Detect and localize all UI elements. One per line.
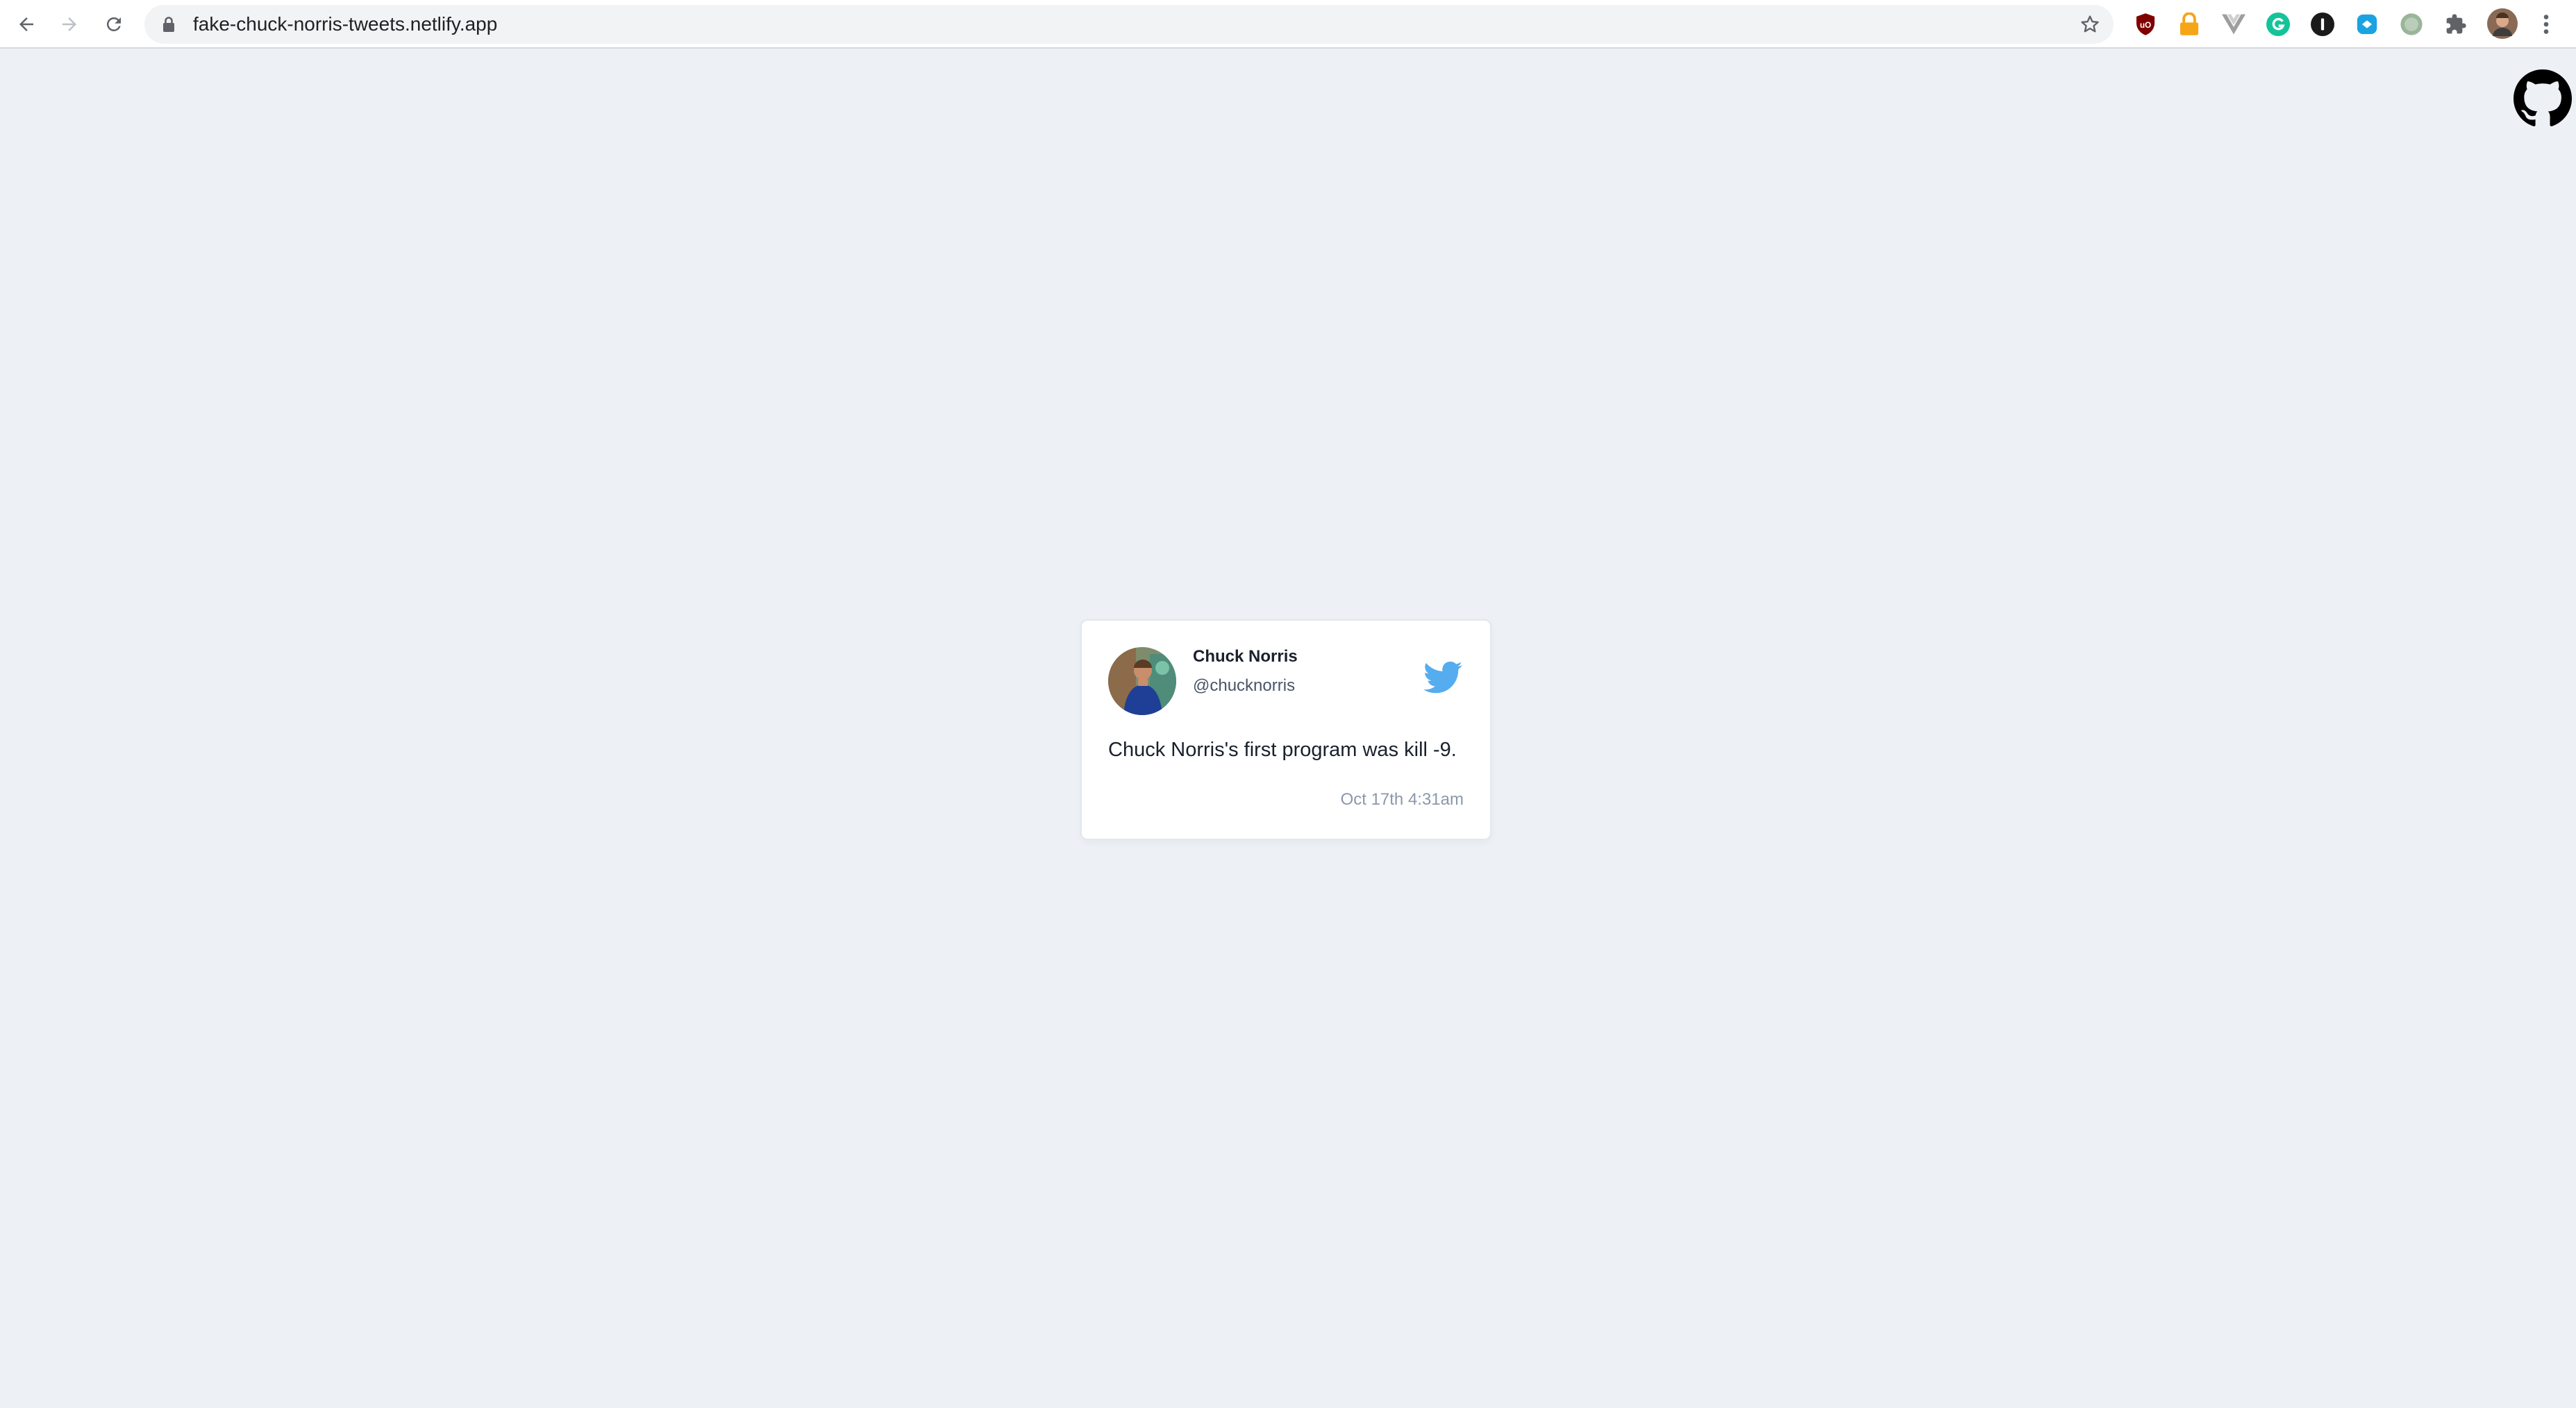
extensions-puzzle-icon[interactable] — [2444, 12, 2468, 36]
extension-grey-circle-icon[interactable] — [2400, 12, 2423, 36]
browser-toolbar: fake-chuck-norris-tweets.netlify.app uO — [0, 0, 2576, 49]
tweet-card: Chuck Norris @chucknorris Chuck Norris's… — [1080, 619, 1491, 840]
tweet-timestamp: Oct 17th 4:31am — [1340, 790, 1464, 809]
profile-avatar — [1108, 647, 1176, 715]
onepassword-icon[interactable] — [2311, 12, 2334, 36]
bookmark-star-icon[interactable] — [2079, 13, 2101, 35]
back-button[interactable] — [11, 9, 42, 40]
forward-arrow-icon — [62, 17, 76, 31]
tweet-text: Chuck Norris's first program was kill -9… — [1108, 739, 1457, 761]
tweet-author-handle: @chucknorris — [1193, 676, 1296, 695]
grammarly-icon[interactable] — [2266, 12, 2290, 36]
lock-icon — [163, 17, 174, 32]
extension-blue-icon[interactable] — [2355, 12, 2379, 36]
browser-menu-icon[interactable] — [2534, 12, 2558, 36]
github-icon[interactable] — [2514, 69, 2572, 128]
ublock-icon[interactable]: uO — [2134, 12, 2157, 36]
address-bar[interactable]: fake-chuck-norris-tweets.netlify.app — [144, 5, 2114, 44]
profile-avatar-icon[interactable] — [2487, 8, 2518, 39]
svg-text:uO: uO — [2140, 21, 2151, 30]
twitter-bird-icon — [1423, 661, 1462, 694]
url-text: fake-chuck-norris-tweets.netlify.app — [193, 13, 498, 35]
reload-button[interactable] — [99, 9, 129, 40]
padlock-extension-icon[interactable] — [2177, 12, 2201, 36]
forward-button[interactable] — [54, 9, 85, 40]
back-arrow-icon — [19, 17, 33, 31]
vue-devtools-icon[interactable] — [2222, 12, 2245, 36]
reload-icon — [106, 17, 121, 31]
tweet-author-name: Chuck Norris — [1193, 647, 1298, 666]
